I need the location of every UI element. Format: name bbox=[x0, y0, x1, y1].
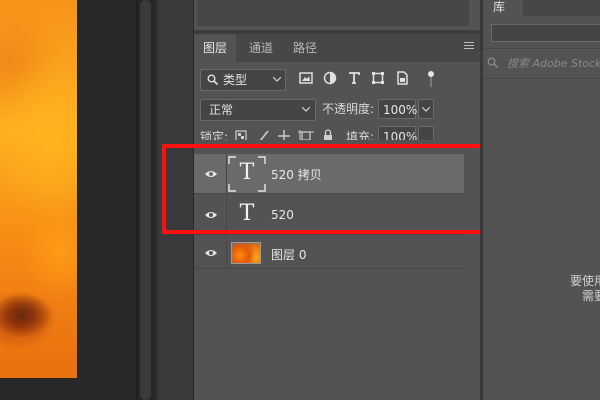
tab-paths[interactable]: 路径 bbox=[284, 34, 326, 62]
scrollbar-thumb[interactable] bbox=[140, 0, 151, 400]
chevron-down-icon bbox=[302, 107, 310, 112]
layer-name[interactable]: 图层 0 bbox=[271, 246, 306, 263]
layer-row-520[interactable]: T 520 bbox=[194, 195, 464, 235]
canvas-area[interactable] bbox=[0, 0, 136, 400]
type-thumbnail-icon: T bbox=[239, 160, 255, 185]
dock-divider bbox=[155, 0, 158, 400]
library-message: 要使用 需要 bbox=[570, 274, 600, 304]
panel-dock-strip bbox=[155, 0, 194, 400]
lock-all-icon bbox=[324, 129, 332, 140]
layer-filter-row: 类型 bbox=[194, 64, 480, 94]
message-line-1: 要使用 bbox=[570, 274, 600, 288]
upper-panel-remnant bbox=[194, 0, 480, 31]
filter-toggle-icon[interactable] bbox=[428, 71, 434, 87]
image-filter-icon[interactable] bbox=[298, 70, 314, 86]
type-filter-icon[interactable] bbox=[346, 70, 362, 86]
layer-row-layer-0[interactable]: 图层 0 bbox=[194, 237, 464, 269]
layer-row-520-copy[interactable]: T 520 拷贝 bbox=[194, 154, 464, 194]
shape-filter-icon[interactable] bbox=[370, 70, 386, 86]
library-select[interactable] bbox=[491, 24, 600, 42]
visibility-eye-icon[interactable] bbox=[204, 169, 218, 179]
lock-paint-icon bbox=[259, 130, 269, 140]
layers-list: T 520 拷贝 T 520 图层 0 bbox=[194, 142, 480, 400]
row-divider bbox=[226, 195, 227, 234]
filter-kind-select[interactable]: 类型 bbox=[200, 69, 286, 91]
search-placeholder: 搜索 Adobe Stock bbox=[507, 57, 600, 70]
canvas-vertical-scrollbar[interactable] bbox=[136, 0, 155, 400]
chevron-down-icon bbox=[273, 77, 281, 82]
canvas-image[interactable] bbox=[0, 0, 77, 378]
message-line-2: 需要 bbox=[582, 289, 600, 303]
filter-kind-label: 类型 bbox=[223, 73, 248, 87]
row-divider bbox=[226, 154, 227, 193]
adobe-stock-search[interactable]: 搜索 Adobe Stock bbox=[483, 52, 600, 74]
type-thumbnail-icon: T bbox=[239, 201, 255, 226]
libraries-panel: 库 搜索 Adobe Stock 要使用 需要 bbox=[483, 0, 600, 400]
image-layer-thumbnail[interactable] bbox=[231, 242, 261, 264]
opacity-dropdown-button[interactable] bbox=[418, 99, 434, 119]
opacity-input[interactable]: 100% bbox=[378, 99, 417, 119]
lock-pixels-icon bbox=[235, 130, 247, 140]
fill-dropdown-button[interactable] bbox=[418, 126, 434, 140]
lock-icons-group bbox=[235, 129, 332, 140]
divider bbox=[483, 48, 600, 49]
layers-panel: 图层 通道 路径 类型 正常 不透明度: 100% 锁定: 填充: 100% T… bbox=[194, 0, 480, 400]
layer-name[interactable]: 520 拷贝 bbox=[271, 166, 322, 183]
smart-object-filter-icon[interactable] bbox=[394, 70, 410, 86]
blend-mode-select[interactable]: 正常 bbox=[200, 99, 316, 121]
fill-label: 填充: bbox=[346, 130, 375, 140]
libraries-tab-bar: 库 bbox=[483, 0, 600, 16]
blend-mode-value: 正常 bbox=[209, 103, 234, 117]
tab-layers[interactable]: 图层 bbox=[194, 34, 236, 62]
search-icon bbox=[207, 74, 219, 86]
lock-label: 锁定: bbox=[200, 130, 229, 140]
tab-libraries[interactable]: 库 bbox=[483, 0, 523, 16]
lock-fill-row: 锁定: 填充: 100% bbox=[194, 126, 480, 140]
visibility-eye-icon[interactable] bbox=[204, 248, 218, 258]
divider bbox=[483, 78, 600, 79]
hamburger-menu-icon[interactable] bbox=[464, 42, 474, 50]
lock-artboard-icon bbox=[298, 130, 314, 140]
visibility-eye-icon[interactable] bbox=[204, 210, 218, 220]
fill-input[interactable]: 100% bbox=[378, 126, 417, 140]
layer-name[interactable]: 520 bbox=[271, 208, 294, 222]
adjustment-filter-icon[interactable] bbox=[322, 70, 338, 86]
blend-opacity-row: 正常 不透明度: 100% bbox=[194, 96, 480, 122]
chevron-down-icon bbox=[422, 107, 430, 112]
lock-position-icon bbox=[278, 130, 290, 140]
layers-tab-bar: 图层 通道 路径 bbox=[194, 34, 480, 62]
tab-channels[interactable]: 通道 bbox=[240, 34, 282, 62]
upper-panel-content bbox=[197, 0, 469, 26]
row-divider bbox=[226, 237, 227, 268]
opacity-label: 不透明度: bbox=[322, 102, 375, 116]
search-icon bbox=[487, 57, 499, 69]
